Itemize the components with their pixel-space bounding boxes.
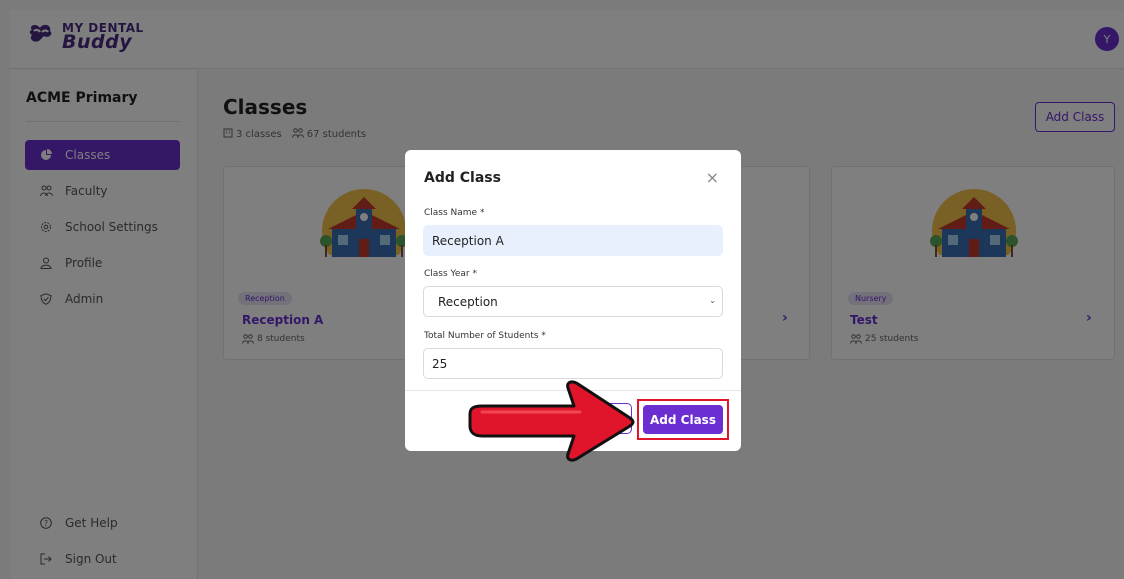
class-name-input[interactable]: Reception A [423,225,723,256]
highlight-box [637,399,729,440]
class-year-label: Class Year * [424,269,477,279]
close-icon[interactable]: × [706,170,719,186]
chevron-down-icon: ⌄ [709,296,716,305]
modal-title: Add Class [424,170,501,186]
class-year-value: Reception [438,294,498,309]
class-name-label: Class Name * [424,208,485,218]
class-year-select[interactable]: Reception ⌄ [423,286,723,317]
arrow-right-icon [468,380,635,462]
students-input[interactable]: 25 [423,348,723,379]
students-label: Total Number of Students * [424,331,546,341]
